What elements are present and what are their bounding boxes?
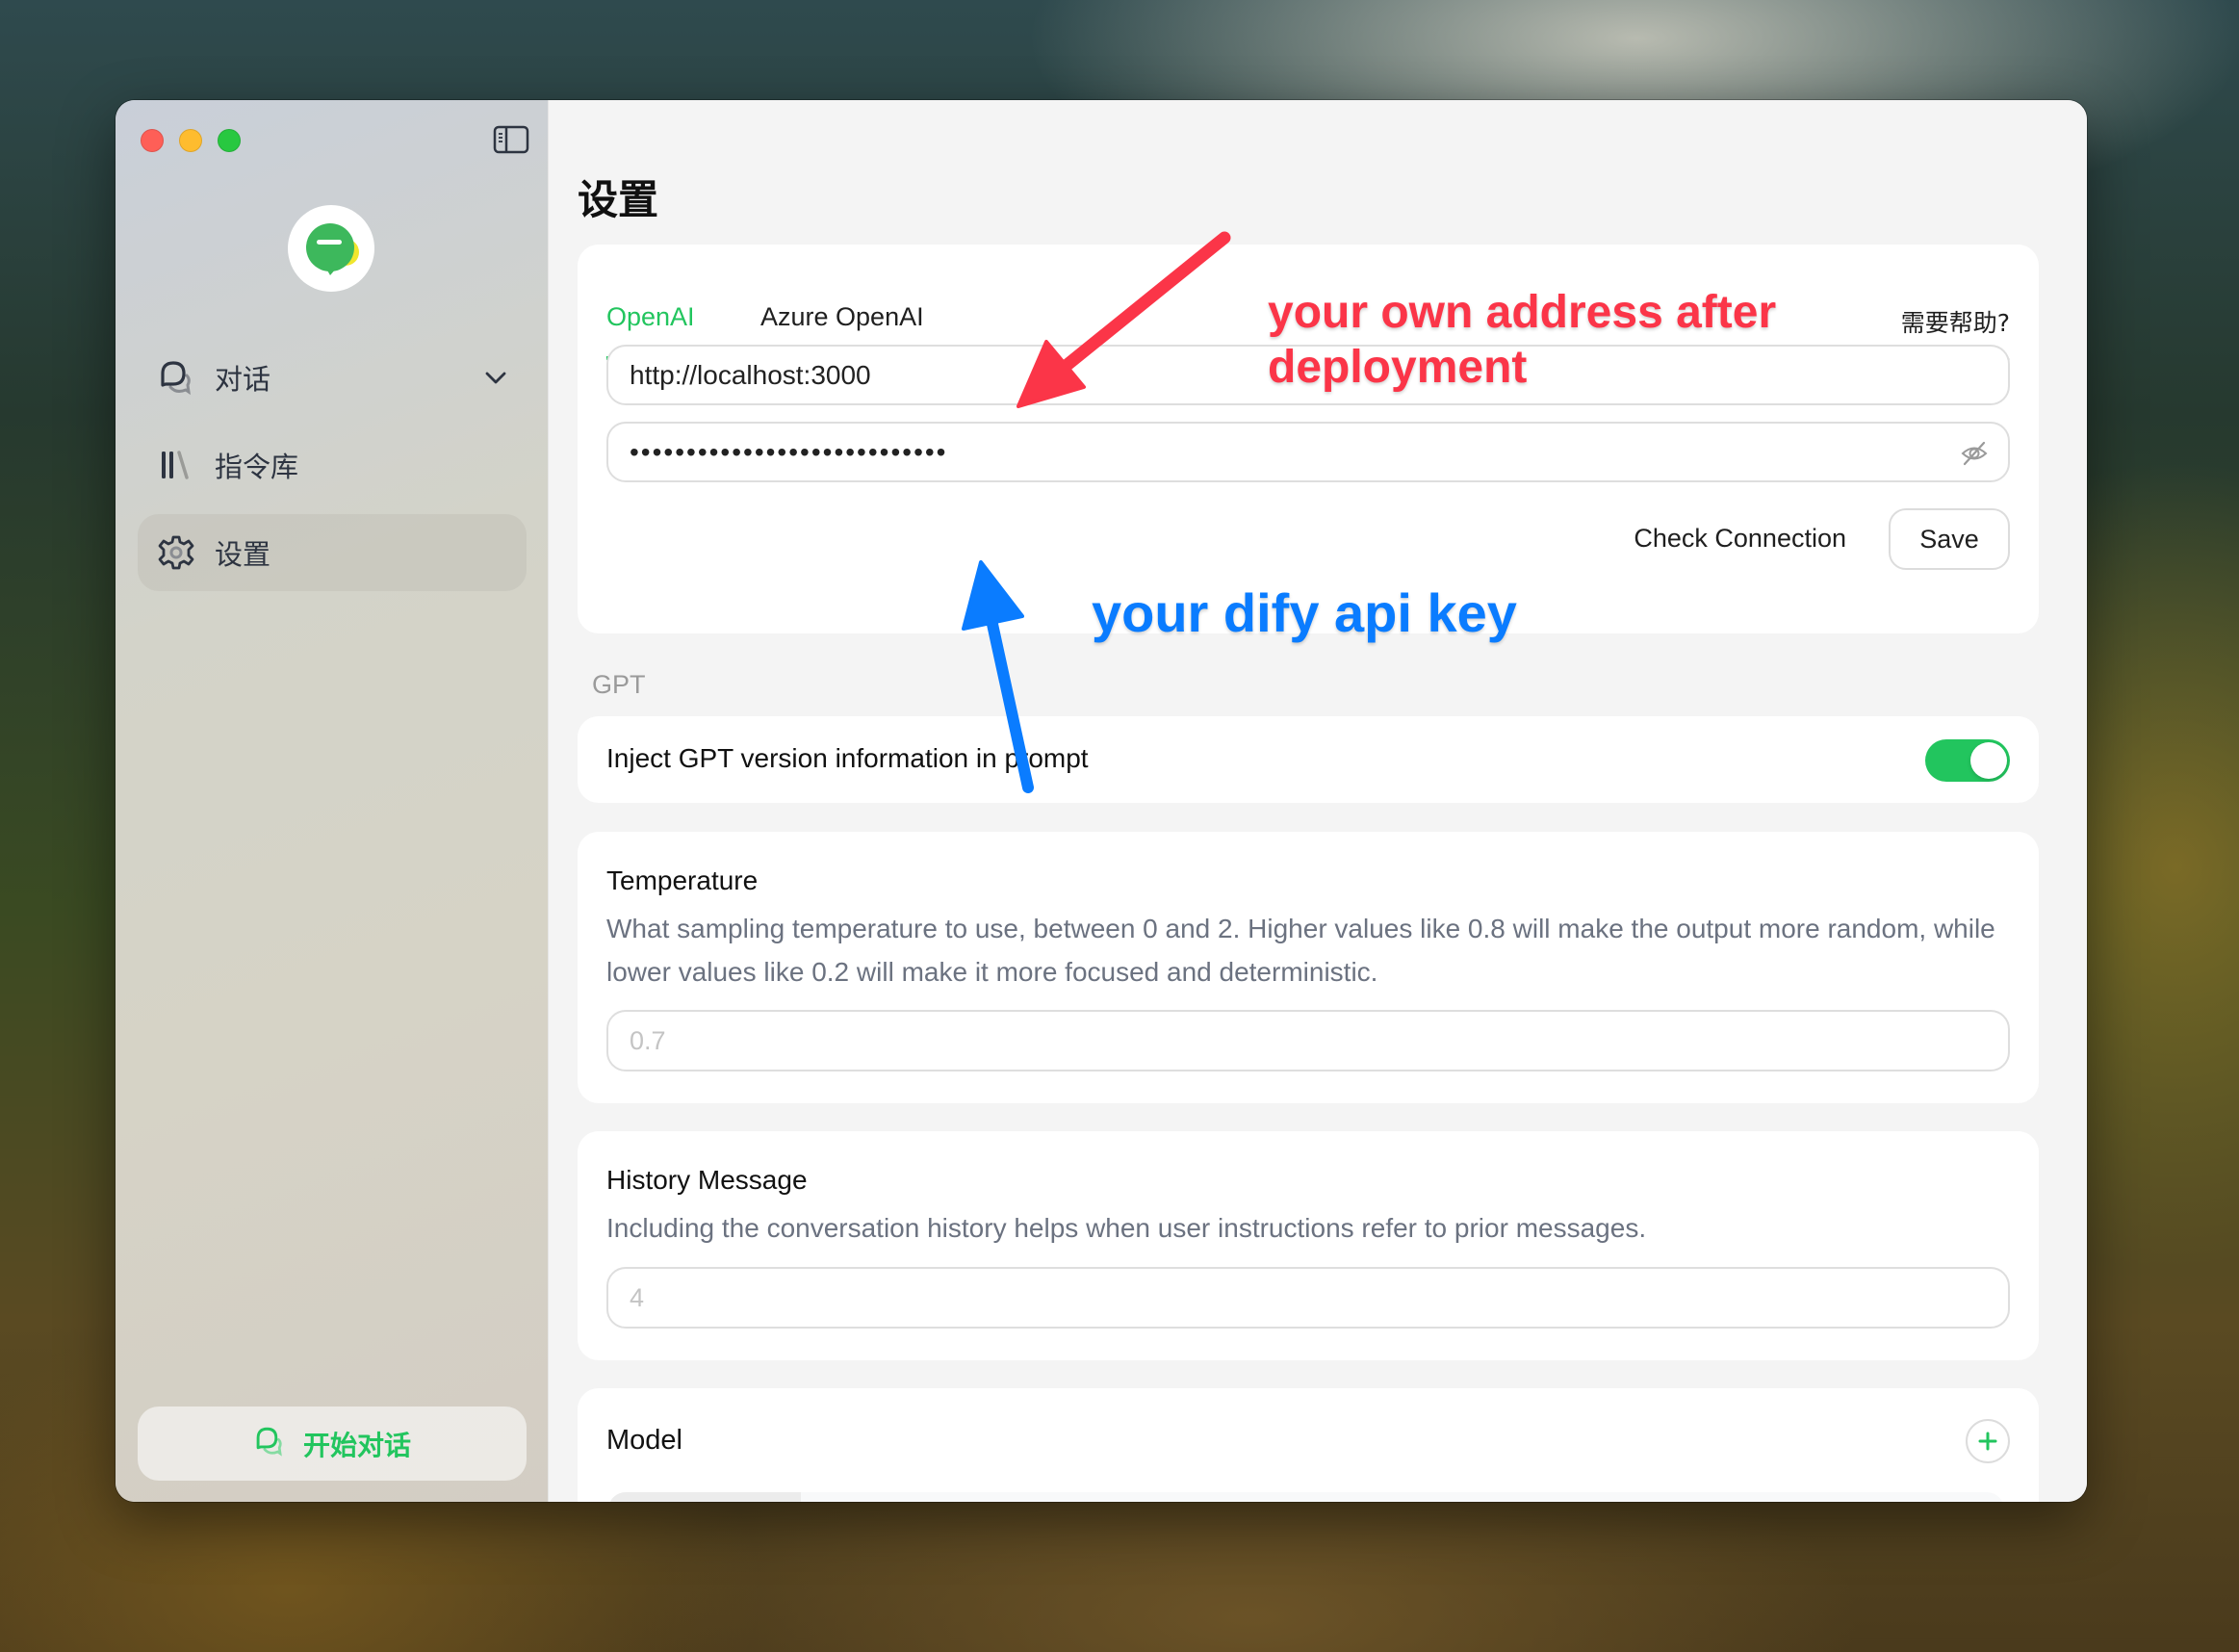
maximize-window-button[interactable]: [218, 129, 241, 152]
annotation-api-key: your dify api key: [1092, 582, 1517, 643]
sidebar-item-settings[interactable]: 设置: [138, 514, 527, 591]
chevron-down-icon[interactable]: [482, 364, 509, 391]
page-title: 设置: [578, 176, 659, 223]
inject-version-label: Inject GPT version information in prompt: [606, 743, 1089, 773]
help-link[interactable]: 需要帮助?: [1901, 304, 2010, 339]
history-title: History Message: [606, 1165, 808, 1195]
add-model-button[interactable]: [1966, 1419, 2010, 1463]
history-placeholder: 4: [630, 1282, 645, 1312]
save-button[interactable]: Save: [1889, 508, 2010, 570]
api-key-input[interactable]: ••••••••••••••••••••••••••••: [606, 422, 2010, 482]
window-controls: [141, 129, 241, 152]
api-key-value: ••••••••••••••••••••••••••••: [630, 436, 948, 467]
sidebar-toggle-icon[interactable]: [493, 125, 529, 154]
history-description: Including the conversation history helps…: [606, 1213, 1647, 1243]
app-logo: [288, 205, 374, 292]
temperature-description: What sampling temperature to use, betwee…: [606, 914, 1995, 987]
chat-bubble-logo-icon: [306, 223, 359, 275]
sidebar: 对话 指令库 设置 开始对话: [116, 100, 549, 1502]
new-chat-button[interactable]: 开始对话: [138, 1407, 527, 1481]
toggle-knob: [1970, 742, 2007, 779]
sidebar-item-label: 指令库: [215, 451, 299, 483]
temperature-title: Temperature: [606, 865, 759, 895]
chat-bubbles-icon: [253, 1425, 286, 1462]
minimize-window-button[interactable]: [179, 129, 202, 152]
temperature-placeholder: 0.7: [630, 1025, 666, 1055]
plus-icon: [1978, 1432, 1997, 1451]
model-title: Model: [606, 1425, 682, 1456]
annotation-address: your own address after deployment: [1268, 287, 1777, 393]
new-chat-label: 开始对话: [302, 1429, 411, 1461]
sidebar-nav: 对话 指令库 设置: [138, 339, 527, 602]
model-card: Model: [578, 1388, 2039, 1502]
eye-off-icon[interactable]: [1960, 439, 1989, 468]
sidebar-item-library[interactable]: 指令库: [138, 426, 527, 503]
chat-bubbles-icon: [157, 358, 195, 397]
sidebar-item-label: 对话: [215, 363, 271, 396]
tab-azure-openai[interactable]: Azure OpenAI: [760, 302, 924, 332]
inject-version-card: Inject GPT version information in prompt: [578, 716, 2039, 803]
model-list: [608, 1492, 2004, 1502]
gpt-section-label: GPT: [592, 670, 646, 699]
api-url-value: http://localhost:3000: [630, 359, 871, 390]
inject-version-toggle[interactable]: [1925, 739, 2010, 782]
close-window-button[interactable]: [141, 129, 164, 152]
library-icon: [157, 446, 195, 484]
gear-icon: [157, 533, 195, 572]
check-connection-button[interactable]: Check Connection: [1634, 524, 1846, 554]
sidebar-item-chat[interactable]: 对话: [138, 339, 527, 416]
temperature-input[interactable]: 0.7: [606, 1010, 2010, 1071]
sidebar-item-label: 设置: [215, 538, 271, 571]
history-message-card: History Message Including the conversati…: [578, 1131, 2039, 1360]
tab-openai[interactable]: OpenAI: [606, 302, 695, 332]
model-list-item[interactable]: [608, 1492, 801, 1502]
history-input[interactable]: 4: [606, 1267, 2010, 1329]
temperature-card: Temperature What sampling temperature to…: [578, 832, 2039, 1103]
